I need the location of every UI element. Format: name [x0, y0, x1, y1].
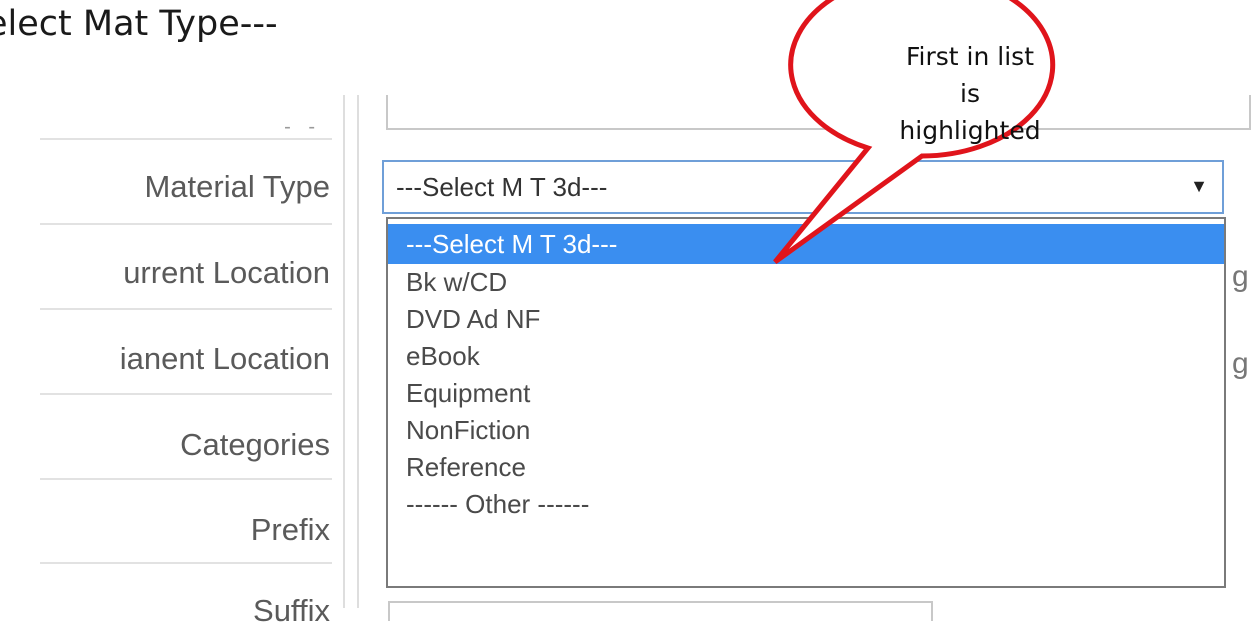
label-material-type: Material Type	[144, 169, 330, 204]
dropdown-option-other[interactable]: ------ Other ------	[388, 486, 1224, 523]
select-current-value: ---Select M T 3d---	[396, 171, 608, 202]
row-divider	[40, 478, 332, 480]
column-divider	[343, 95, 359, 608]
dropdown-option-nonfiction[interactable]: NonFiction	[388, 412, 1224, 449]
dropdown-option-select-mt[interactable]: ---Select M T 3d---	[388, 224, 1224, 264]
label-permanent-location: ianent Location	[119, 341, 330, 376]
row-divider	[40, 138, 332, 140]
dropdown-option-dvd-ad-nf[interactable]: DVD Ad NF	[388, 301, 1224, 338]
row-divider	[40, 562, 332, 564]
material-type-dropdown: ---Select M T 3d--- Bk w/CD DVD Ad NF eB…	[386, 217, 1226, 588]
location-side-text: g	[1232, 347, 1249, 380]
triangle-down-icon[interactable]: ▼	[1190, 176, 1208, 197]
material-type-select[interactable]: ---Select M T 3d--- ▼	[382, 160, 1224, 214]
callout-line: First in list	[905, 42, 1034, 71]
location-side-text: g	[1232, 260, 1249, 293]
callout-text: First in list is highlighted	[850, 38, 1090, 149]
dropdown-option-ebook[interactable]: eBook	[388, 338, 1224, 375]
row-divider	[40, 223, 332, 225]
label-categories: Categories	[180, 427, 330, 462]
field-label-partial: - -	[284, 116, 321, 138]
dropdown-option-equipment[interactable]: Equipment	[388, 375, 1224, 412]
label-prefix: Prefix	[250, 512, 330, 547]
row-divider	[40, 308, 332, 310]
row-divider	[40, 393, 332, 395]
text-field-above[interactable]	[386, 95, 1251, 130]
page-heading: elect Mat Type---	[0, 4, 278, 44]
callout-line: is	[960, 79, 980, 108]
suffix-input[interactable]	[388, 601, 933, 621]
label-current-location: urrent Location	[123, 255, 330, 290]
label-suffix: Suffix	[253, 593, 330, 628]
callout-line: highlighted	[899, 116, 1041, 145]
dropdown-option-bk-wcd[interactable]: Bk w/CD	[388, 264, 1224, 301]
dropdown-option-reference[interactable]: Reference	[388, 449, 1224, 486]
